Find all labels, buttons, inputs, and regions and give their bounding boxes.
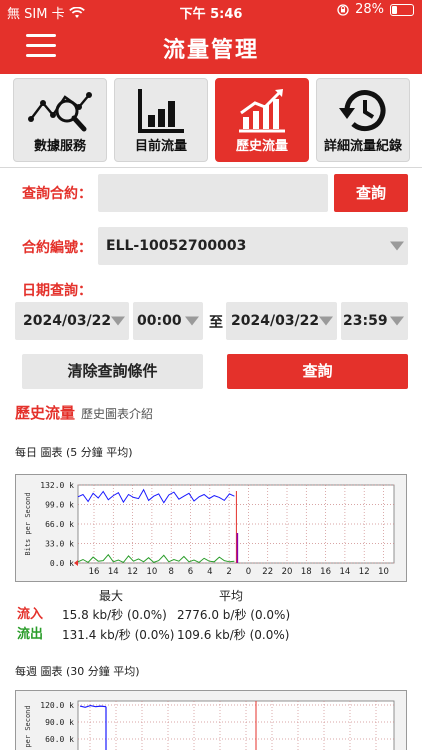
x-tick-label: 0	[246, 567, 251, 577]
contract-label: 查詢合約：	[22, 186, 92, 202]
orientation-lock-icon	[337, 3, 349, 16]
chevron-down-icon	[185, 316, 199, 326]
tab-data-service[interactable]: 數據服務	[13, 78, 107, 162]
in-avg-value: 2776.0 b/秒 (0.0%)	[177, 608, 291, 622]
out-label: 流出	[17, 627, 44, 642]
y-tick-label: 120.0 k	[40, 701, 74, 710]
tab-label: 歷史流量	[235, 139, 288, 154]
start-date-value: 2024/03/22	[23, 313, 112, 329]
end-time-value: 23:59	[343, 313, 388, 329]
contract-number-value: ELL-10052700003	[106, 238, 247, 254]
max-column-label: 最大	[99, 589, 124, 603]
x-tick-label: 16	[89, 567, 100, 577]
contract-number-label: 合約編號：	[22, 240, 92, 256]
x-tick-label: 8	[168, 567, 173, 577]
y-tick-label: 0.0 k	[50, 559, 74, 568]
battery-icon	[390, 3, 414, 16]
end-date-select[interactable]: 2024/03/22	[226, 302, 337, 340]
y-axis-label: Bits per Second	[24, 705, 32, 750]
chevron-down-icon	[390, 241, 404, 251]
plot-area	[77, 700, 395, 750]
x-tick-label: 10	[146, 567, 157, 577]
y-tick-label: 90.0 k	[45, 718, 74, 727]
tab-history-traffic[interactable]: 歷史流量	[215, 78, 309, 162]
y-tick-label: 60.0 k	[45, 735, 74, 744]
start-time-select[interactable]: 00:00	[133, 302, 203, 340]
tab-detail-record[interactable]: 詳細流量紀錄	[316, 78, 410, 162]
daily-chart: Bits per Second 0.0 k 33.0 k 66.0 k 99.0 k 13…	[15, 474, 407, 582]
clear-conditions-button[interactable]: 清除查詢條件	[22, 354, 203, 389]
battery-percent: 28%	[355, 2, 384, 17]
history-clock-icon	[339, 90, 386, 132]
x-tick-label: 16	[320, 567, 331, 577]
chevron-down-icon	[111, 316, 125, 326]
tab-label: 詳細流量紀錄	[323, 139, 402, 154]
tab-label: 數據服務	[33, 139, 86, 154]
axis-arrow	[74, 560, 78, 566]
date-query-label: 日期查詢：	[22, 283, 92, 299]
y-tick-label: 33.0 k	[45, 540, 74, 549]
weekly-chart-svg: Bits per Second 120.0 k 90.0 k 60.0 k	[24, 700, 395, 750]
app-header: 流量管理	[0, 20, 422, 74]
x-tick-label: 20	[282, 567, 293, 577]
contract-query-button[interactable]: 查詢	[334, 174, 408, 212]
start-time-value: 00:00	[137, 313, 182, 329]
rising-chart-icon	[239, 89, 285, 133]
weekly-chart: Bits per Second 120.0 k 90.0 k 60.0 k	[15, 690, 407, 750]
tab-current-traffic[interactable]: 目前流量	[114, 78, 208, 162]
out-avg-value: 109.6 kb/秒 (0.0%)	[177, 628, 290, 642]
x-tick-label: 12	[359, 567, 370, 577]
x-tick-label: 10	[378, 567, 389, 577]
page-title: 流量管理	[162, 38, 259, 63]
x-tick-label: 2	[226, 567, 231, 577]
x-tick-label: 14	[108, 567, 119, 577]
daily-chart-svg: Bits per Second 0.0 k 33.0 k 66.0 k 99.0 k 13…	[24, 481, 395, 577]
in-max-value: 15.8 kb/秒 (0.0%)	[62, 608, 167, 622]
in-label: 流入	[17, 607, 44, 622]
end-time-select[interactable]: 23:59	[341, 302, 408, 340]
history-title: 歷史流量	[15, 404, 76, 422]
daily-chart-caption: 每日 圖表 (5 分鐘 平均)	[15, 446, 133, 459]
contract-number-select[interactable]: ELL-10052700003	[98, 227, 408, 265]
chevron-down-icon	[390, 316, 404, 326]
status-bar: 無 SIM 卡 下午 5:46 28%	[0, 0, 422, 22]
x-tick-label: 22	[262, 567, 273, 577]
y-tick-label: 132.0 k	[40, 481, 74, 490]
history-section-header: 歷史流量 歷史圖表介紹	[15, 402, 153, 423]
date-range-separator: 至	[209, 315, 223, 331]
tab-label: 目前流量	[134, 139, 187, 154]
y-tick-label: 99.0 k	[45, 501, 74, 510]
magnifier-graph-icon	[28, 92, 92, 132]
x-tick-label: 12	[127, 567, 138, 577]
y-axis-label: Bits per Second	[24, 492, 32, 555]
chevron-down-icon	[319, 316, 333, 326]
y-tick-label: 66.0 k	[45, 520, 74, 529]
x-tick-label: 18	[301, 567, 312, 577]
avg-column-label: 平均	[219, 589, 244, 603]
weekly-chart-caption: 每週 圖表 (30 分鐘 平均)	[15, 665, 140, 678]
bar-chart-icon	[138, 89, 184, 133]
out-max-value: 131.4 kb/秒 (0.0%)	[62, 628, 175, 642]
history-intro-link[interactable]: 歷史圖表介紹	[81, 405, 153, 422]
end-date-value: 2024/03/22	[231, 313, 320, 329]
tab-bar: 數據服務 目前流量 歷史流量 詳細流量紀錄	[0, 74, 422, 168]
start-date-select[interactable]: 2024/03/22	[15, 302, 129, 340]
x-tick-label: 14	[339, 567, 350, 577]
x-tick-label: 6	[188, 567, 193, 577]
contract-input[interactable]	[98, 174, 328, 212]
x-tick-label: 4	[207, 567, 212, 577]
submit-query-button[interactable]: 查詢	[227, 354, 408, 389]
